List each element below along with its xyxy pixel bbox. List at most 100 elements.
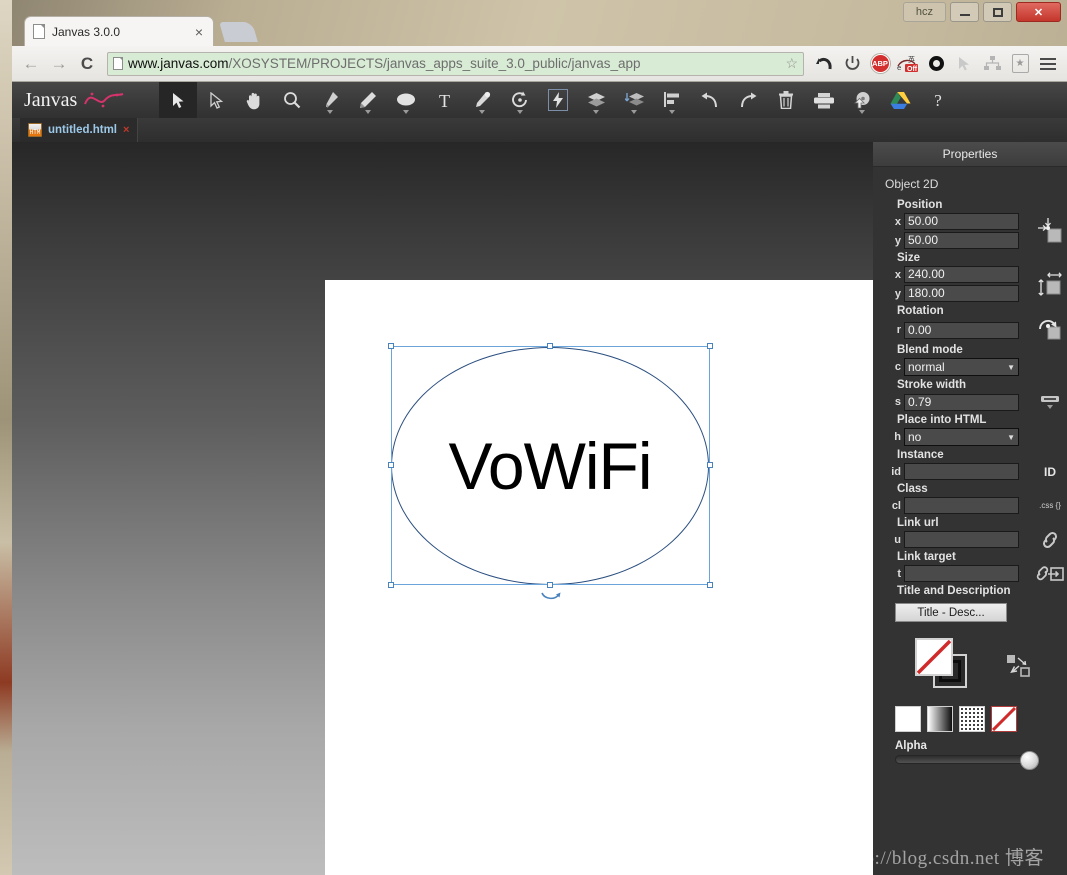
power-extension-icon[interactable] xyxy=(839,51,865,77)
pencil-tool[interactable] xyxy=(349,82,387,118)
align-tool[interactable] xyxy=(653,82,691,118)
link-url-input[interactable] xyxy=(904,531,1019,548)
maximize-button[interactable] xyxy=(983,2,1012,22)
hand-tool[interactable] xyxy=(235,82,273,118)
blend-mode-key: c xyxy=(894,361,901,373)
resize-handle-middle-right[interactable] xyxy=(707,461,713,468)
minimize-button[interactable] xyxy=(950,2,979,22)
canvas-page[interactable]: VoWiFi xyxy=(325,280,873,875)
id-icon-label: ID xyxy=(1044,464,1056,479)
url-domain: www.janvas.com xyxy=(128,56,229,71)
swap-fill-stroke-icon[interactable] xyxy=(1006,654,1032,683)
help-tool[interactable]: ? xyxy=(919,82,957,118)
sitemap-extension-icon[interactable] xyxy=(979,51,1005,77)
blend-mode-value: normal xyxy=(908,360,945,374)
chrome-menu-icon[interactable] xyxy=(1035,51,1061,77)
resize-handle-top-right[interactable] xyxy=(707,343,713,349)
adblock-plus-icon[interactable]: ABP xyxy=(867,51,893,77)
canvas-workspace[interactable]: VoWiFi xyxy=(12,142,873,875)
css-icon-label: .css {} xyxy=(1039,501,1061,510)
pen-tool[interactable] xyxy=(311,82,349,118)
svg-text:?: ? xyxy=(934,91,942,109)
rotation-input[interactable]: 0.00 xyxy=(904,321,1019,339)
size-x-input[interactable]: 240.00 xyxy=(904,266,1019,283)
delete-tool[interactable] xyxy=(767,82,805,118)
direct-selection-tool[interactable] xyxy=(197,82,235,118)
export-tool[interactable] xyxy=(805,82,843,118)
close-icon[interactable]: × xyxy=(123,124,129,136)
browser-tab-strip: Janvas 3.0.0 × hcz ✕ xyxy=(12,0,1067,46)
forward-icon[interactable]: → xyxy=(46,51,72,77)
class-label: Class xyxy=(897,483,928,495)
undo-tool[interactable] xyxy=(691,82,729,118)
resize-handle-middle-left[interactable] xyxy=(388,461,394,468)
position-icon xyxy=(1033,217,1067,245)
selection-bounding-box xyxy=(388,343,713,600)
stroke-width-icon[interactable] xyxy=(1033,392,1067,412)
brand-name: Janvas xyxy=(24,88,78,111)
bookmark-star-icon[interactable]: ☆ xyxy=(782,55,798,72)
new-tab-button[interactable] xyxy=(219,22,258,42)
fill-type-pattern[interactable] xyxy=(959,706,985,732)
ellipse-tool[interactable] xyxy=(387,82,425,118)
eyedropper-tool[interactable] xyxy=(463,82,501,118)
resize-handle-bottom-left[interactable] xyxy=(388,582,394,588)
alpha-slider-knob[interactable] xyxy=(1020,751,1039,770)
page-icon xyxy=(113,57,123,70)
back-icon[interactable]: ← xyxy=(18,51,44,77)
fill-type-none[interactable] xyxy=(991,706,1017,732)
blend-mode-select[interactable]: normal ▼ xyxy=(904,358,1019,376)
reload-icon[interactable]: C xyxy=(74,51,100,77)
translate-extension-icon[interactable]: 英 e Off xyxy=(895,51,921,77)
redo-tool[interactable] xyxy=(729,82,767,118)
class-input[interactable] xyxy=(904,497,1019,514)
google-drive-tool[interactable] xyxy=(881,82,919,118)
arrange-tool[interactable] xyxy=(615,82,653,118)
profile-button[interactable]: hcz xyxy=(902,2,946,22)
close-window-button[interactable]: ✕ xyxy=(1016,2,1061,22)
link-target-icon xyxy=(1033,565,1067,583)
link-url-label: Link url xyxy=(897,517,939,529)
instance-id-input[interactable] xyxy=(904,463,1019,480)
place-into-html-select[interactable]: no ▼ xyxy=(904,428,1019,446)
resize-handle-top-left[interactable] xyxy=(388,343,394,349)
address-bar[interactable]: www.janvas.com/XOSYSTEM/PROJECTS/janvas_… xyxy=(107,51,804,76)
rotate-tool[interactable] xyxy=(501,82,539,118)
place-into-html-key: h xyxy=(894,431,901,443)
undo-extension-icon[interactable] xyxy=(811,51,837,77)
position-x-input[interactable]: 50.00 xyxy=(904,213,1019,230)
bookmark-extension-icon[interactable]: ★ xyxy=(1007,51,1033,77)
link-target-label: Link target xyxy=(897,551,956,563)
position-y-key: y xyxy=(894,234,901,247)
selection-tool[interactable] xyxy=(159,82,197,118)
rotate-handle[interactable] xyxy=(540,590,562,608)
fill-stroke-swatches xyxy=(873,632,1067,700)
alpha-slider[interactable] xyxy=(895,751,1039,770)
resize-handle-top-center[interactable] xyxy=(546,343,553,349)
layers-tool[interactable] xyxy=(577,82,615,118)
save-to-disk-tool[interactable] xyxy=(843,82,881,118)
resize-handle-bottom-center[interactable] xyxy=(546,582,553,588)
fill-swatch-none[interactable] xyxy=(915,638,953,676)
fill-type-gradient[interactable] xyxy=(927,706,953,732)
link-icon xyxy=(1033,531,1067,549)
link-target-input[interactable] xyxy=(904,565,1019,582)
document-tab[interactable]: HTM untitled.html × xyxy=(20,118,139,142)
effects-tool[interactable] xyxy=(539,82,577,118)
instance-key: id xyxy=(891,465,901,478)
resize-handle-bottom-right[interactable] xyxy=(707,582,713,588)
cursor-extension-icon[interactable] xyxy=(951,51,977,77)
text-tool[interactable]: T xyxy=(425,82,463,118)
fill-type-solid[interactable] xyxy=(895,706,921,732)
browser-tab[interactable]: Janvas 3.0.0 × xyxy=(24,16,214,46)
position-y-input[interactable]: 50.00 xyxy=(904,232,1019,249)
title-description-button[interactable]: Title - Desc... xyxy=(895,603,1007,622)
stroke-width-input[interactable]: 0.79 xyxy=(904,393,1019,411)
app-toolbar: Janvas T ? xyxy=(12,82,1067,118)
circle-extension-icon[interactable] xyxy=(923,51,949,77)
position-group-label: Position xyxy=(897,199,943,211)
zoom-tool[interactable] xyxy=(273,82,311,118)
close-icon[interactable]: × xyxy=(193,25,205,39)
size-y-input[interactable]: 180.00 xyxy=(904,285,1019,302)
place-into-html-value: no xyxy=(908,430,922,444)
